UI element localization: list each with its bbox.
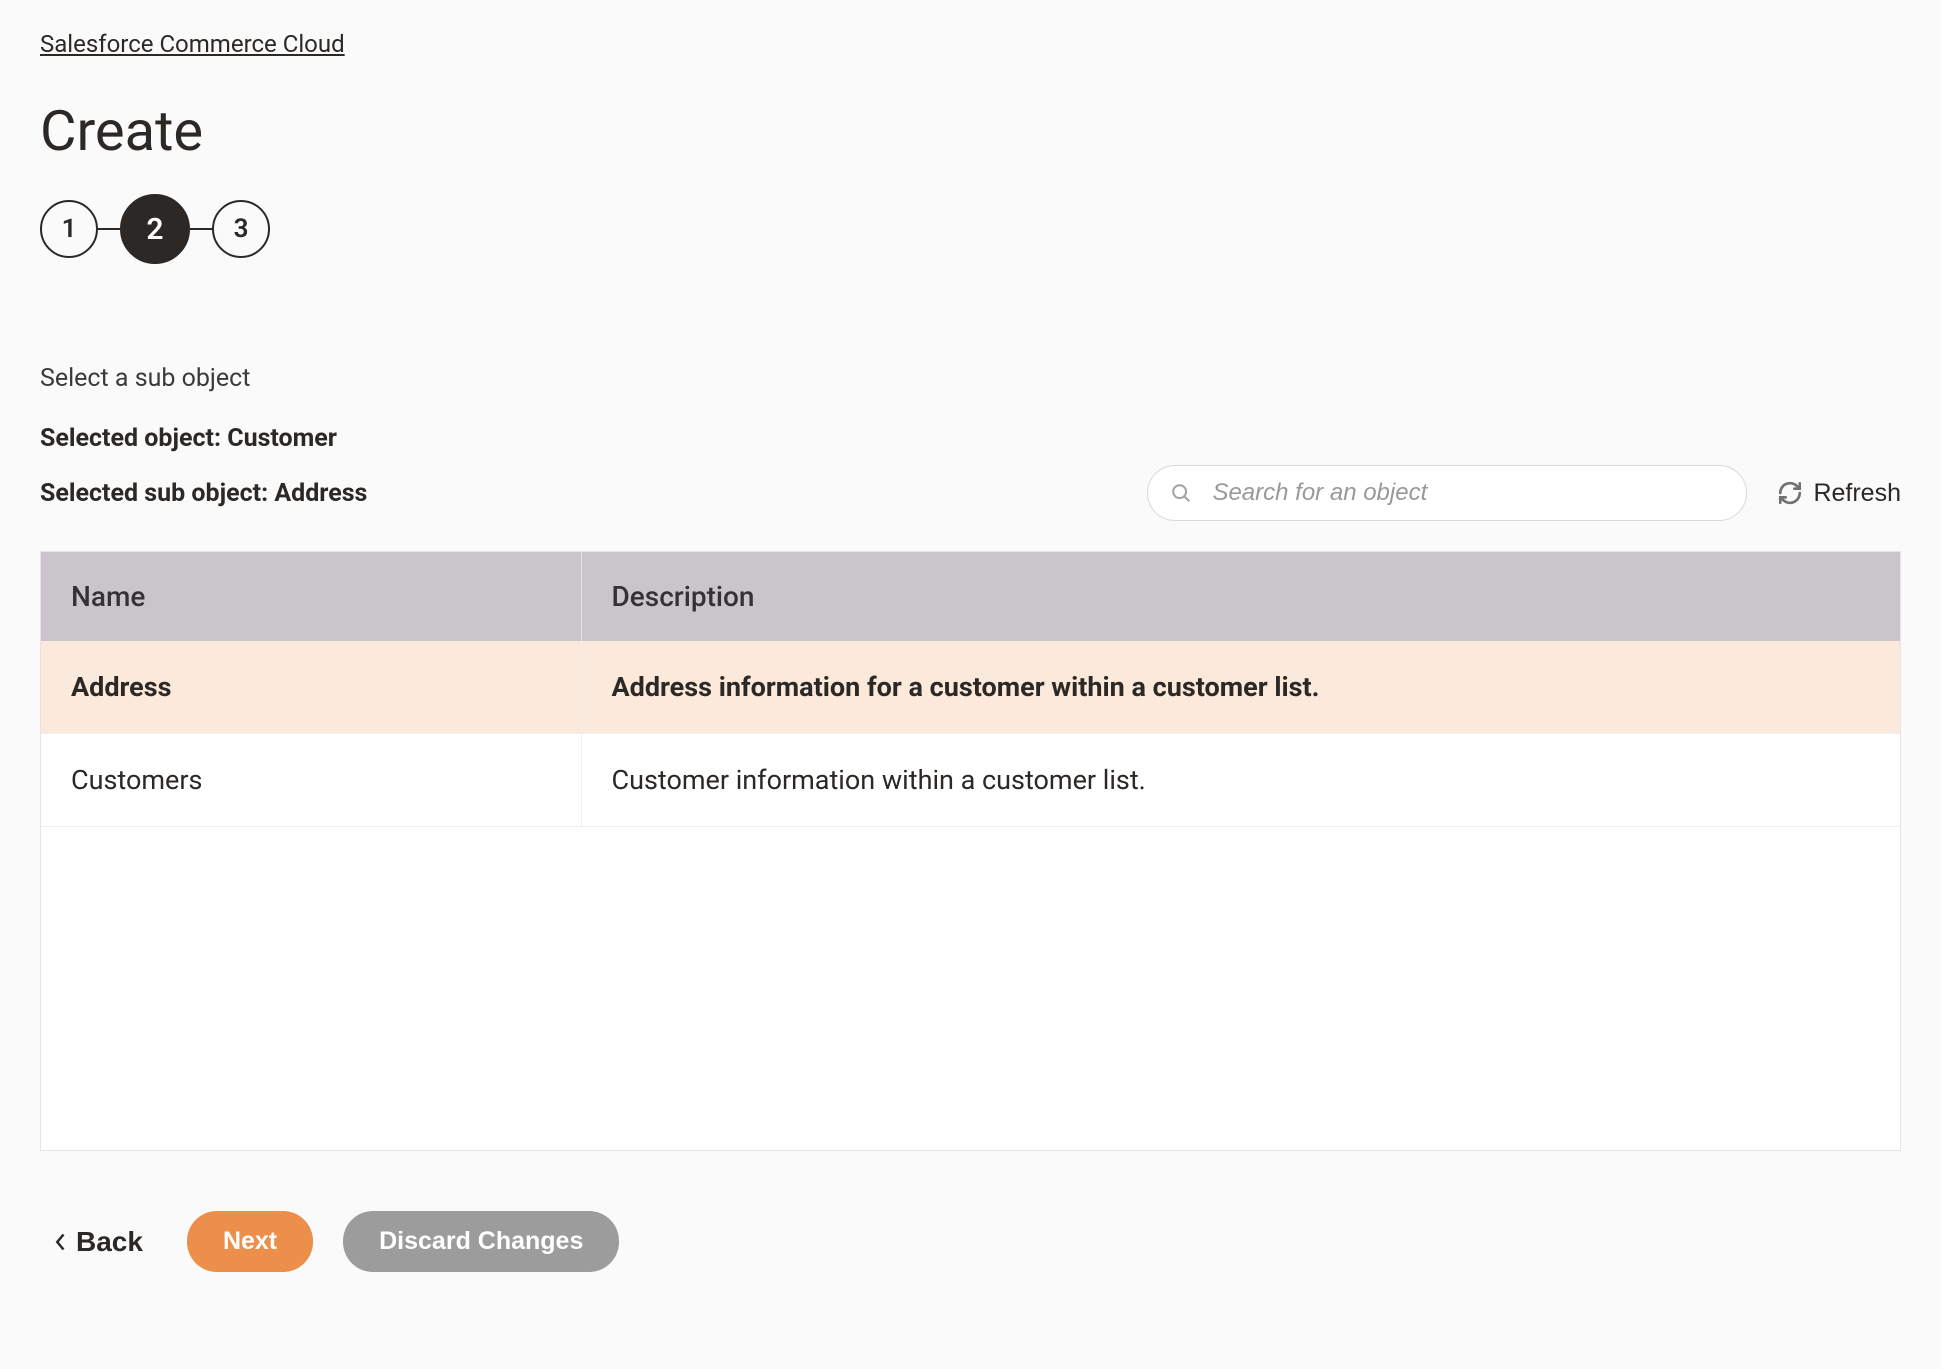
cell-name: Customers <box>41 734 581 827</box>
back-button[interactable]: Back <box>40 1218 157 1266</box>
refresh-label: Refresh <box>1813 479 1901 508</box>
breadcrumb-link[interactable]: Salesforce Commerce Cloud <box>40 30 345 58</box>
discard-button[interactable]: Discard Changes <box>343 1211 619 1272</box>
refresh-button[interactable]: Refresh <box>1777 479 1901 508</box>
stepper: 1 2 3 <box>40 194 1901 264</box>
column-header-name[interactable]: Name <box>41 552 581 641</box>
cell-description: Customer information within a customer l… <box>581 734 1900 827</box>
back-label: Back <box>76 1226 143 1258</box>
next-button[interactable]: Next <box>187 1211 313 1272</box>
table-row[interactable]: Address Address information for a custom… <box>41 641 1900 734</box>
selected-object-label: Selected object: Customer <box>40 411 367 466</box>
page-title: Create <box>40 98 1901 164</box>
step-connector <box>98 228 120 230</box>
selected-sub-object-label: Selected sub object: Address <box>40 466 367 521</box>
search-box[interactable] <box>1147 465 1747 521</box>
search-input[interactable] <box>1210 478 1724 508</box>
cell-name: Address <box>41 641 581 734</box>
search-icon <box>1170 482 1192 504</box>
step-connector <box>190 228 212 230</box>
instruction-text: Select a sub object <box>40 364 1901 393</box>
step-2[interactable]: 2 <box>120 194 190 264</box>
chevron-left-icon <box>54 1232 68 1252</box>
table-row[interactable]: Customers Customer information within a … <box>41 734 1900 827</box>
step-1[interactable]: 1 <box>40 200 98 258</box>
cell-description: Address information for a customer withi… <box>581 641 1900 734</box>
column-header-description[interactable]: Description <box>581 552 1900 641</box>
objects-table: Name Description Address Address informa… <box>40 551 1901 1151</box>
refresh-icon <box>1777 480 1803 506</box>
step-3[interactable]: 3 <box>212 200 270 258</box>
